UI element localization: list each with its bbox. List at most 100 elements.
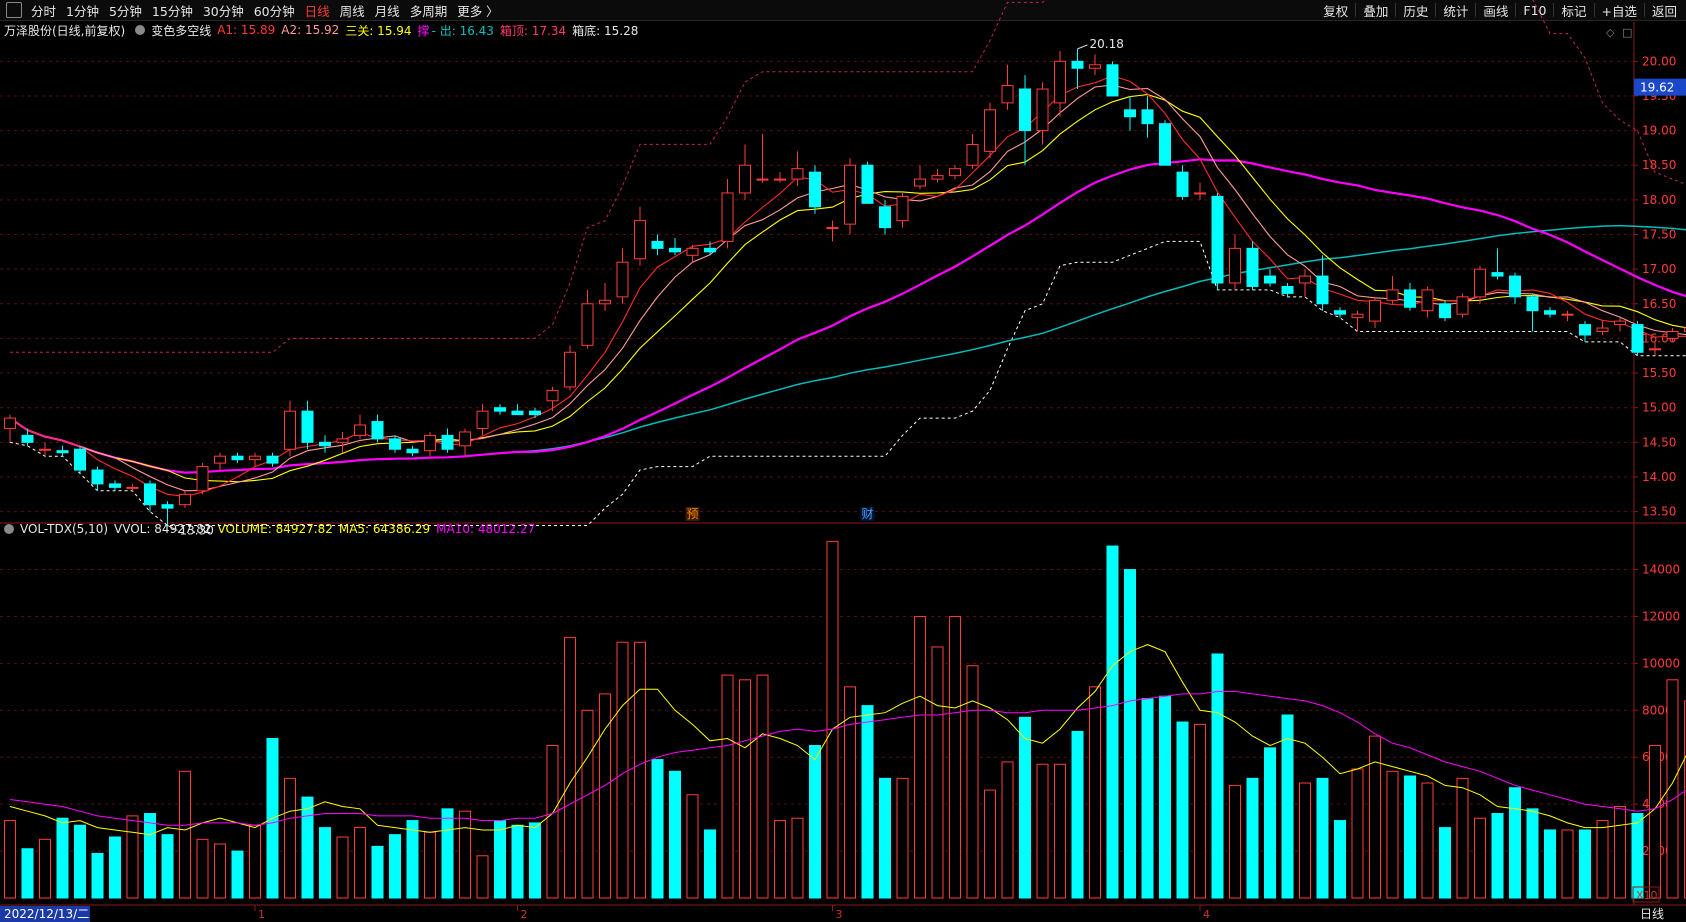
candle-body xyxy=(861,164,874,204)
volume-bar xyxy=(56,817,69,899)
candle-body xyxy=(844,164,856,225)
candle-body xyxy=(1351,313,1364,319)
volume-bar xyxy=(284,777,296,899)
candle-body xyxy=(1211,195,1224,284)
candle-body xyxy=(686,247,699,256)
candle-body xyxy=(529,410,541,416)
candle-body xyxy=(1421,289,1434,312)
volume-bar xyxy=(319,827,331,899)
candle-body xyxy=(1386,289,1399,301)
candle-body xyxy=(879,206,891,229)
candle-body xyxy=(249,455,261,461)
ma-10-line xyxy=(9,94,1686,483)
volume-bar xyxy=(161,834,174,899)
candle-body xyxy=(1159,123,1171,166)
volume-bar xyxy=(179,770,191,899)
candle-body xyxy=(1596,327,1609,332)
price-tick-label: 14.50 xyxy=(1642,435,1676,449)
candle-body xyxy=(984,109,996,152)
high-pointer xyxy=(1077,44,1088,50)
candle-body xyxy=(511,410,524,416)
candle-body xyxy=(1614,320,1626,326)
volume-bar xyxy=(774,820,786,899)
volume-bar xyxy=(861,705,874,899)
volume-bar xyxy=(1421,782,1434,899)
volume-bar xyxy=(1631,813,1644,899)
candle-body xyxy=(1334,310,1346,315)
candle-body xyxy=(564,351,576,388)
candle-body xyxy=(1666,330,1679,339)
volume-bar xyxy=(109,836,121,899)
volume-bar xyxy=(1264,747,1276,899)
candle-body xyxy=(1036,88,1049,132)
candle-body xyxy=(91,469,104,485)
low-pointer xyxy=(167,525,178,531)
volume-bar xyxy=(791,817,804,899)
candle-body xyxy=(1456,296,1469,315)
candle-body xyxy=(1561,313,1574,316)
candle-body xyxy=(109,483,121,488)
volume-bar xyxy=(581,709,594,899)
volume-bar xyxy=(1649,745,1661,899)
volume-bar xyxy=(1194,723,1206,899)
volume-bar xyxy=(756,674,769,899)
volume-bar xyxy=(1229,784,1241,899)
volume-bar xyxy=(371,845,384,899)
volume-bar xyxy=(1089,686,1101,899)
candle-body xyxy=(1299,275,1311,284)
candle-body xyxy=(1176,171,1189,197)
volume-bar xyxy=(949,615,961,899)
candle-body xyxy=(1491,272,1504,277)
candle-body xyxy=(441,434,454,450)
volume-bar xyxy=(546,745,559,899)
ma-long-line xyxy=(9,224,1686,474)
candle-body xyxy=(1124,109,1136,118)
candle-body xyxy=(179,493,191,506)
volume-bar xyxy=(1509,787,1521,899)
volume-bar xyxy=(1404,775,1416,899)
candle-body xyxy=(266,455,279,464)
marker-yu: 预 xyxy=(686,507,698,521)
volume-bar xyxy=(301,796,314,899)
candle-body xyxy=(126,486,139,489)
x10-label: X10 xyxy=(1636,889,1658,902)
candle-body xyxy=(1526,296,1539,312)
candle-body xyxy=(599,299,611,305)
volume-bar xyxy=(1614,806,1626,899)
volume-bar xyxy=(1439,827,1451,899)
volume-bar xyxy=(1071,730,1084,899)
candle-body xyxy=(616,261,629,298)
volume-bar xyxy=(196,838,209,899)
price-tick-label: 14.00 xyxy=(1642,470,1676,484)
volume-bar xyxy=(896,777,909,899)
volume-bar xyxy=(1211,653,1224,899)
price-tick-label: 18.00 xyxy=(1642,193,1676,207)
candle-body xyxy=(424,434,436,452)
candle-body xyxy=(1439,303,1451,319)
month-tick-label: 4 xyxy=(1203,908,1210,921)
volume-bar xyxy=(616,641,629,899)
volume-bar xyxy=(231,850,244,899)
kline-chart[interactable]: 20.0019.5019.0018.5018.0017.5017.0016.50… xyxy=(0,0,1686,922)
candle-body xyxy=(1474,268,1486,298)
volume-bar xyxy=(424,831,436,899)
candle-body xyxy=(669,247,681,253)
volume-bar xyxy=(669,770,681,899)
volume-bar xyxy=(476,855,489,899)
candle-body xyxy=(336,438,349,443)
volume-bar xyxy=(511,824,524,899)
volume-bar xyxy=(686,794,699,899)
price-tick-label: 18.50 xyxy=(1642,158,1676,172)
candle-body xyxy=(1649,348,1661,351)
candle-body xyxy=(1281,285,1294,294)
volume-bar xyxy=(21,848,34,899)
volume-bar xyxy=(1176,721,1189,899)
candle-body xyxy=(1071,60,1084,69)
candle-body xyxy=(1509,275,1521,298)
low-price-label: 13.30 xyxy=(180,523,214,537)
candle-body xyxy=(389,438,401,450)
volume-bar xyxy=(441,808,454,899)
volume-bar xyxy=(1369,735,1381,899)
volume-bar xyxy=(739,679,751,899)
candle-body xyxy=(1019,88,1031,132)
